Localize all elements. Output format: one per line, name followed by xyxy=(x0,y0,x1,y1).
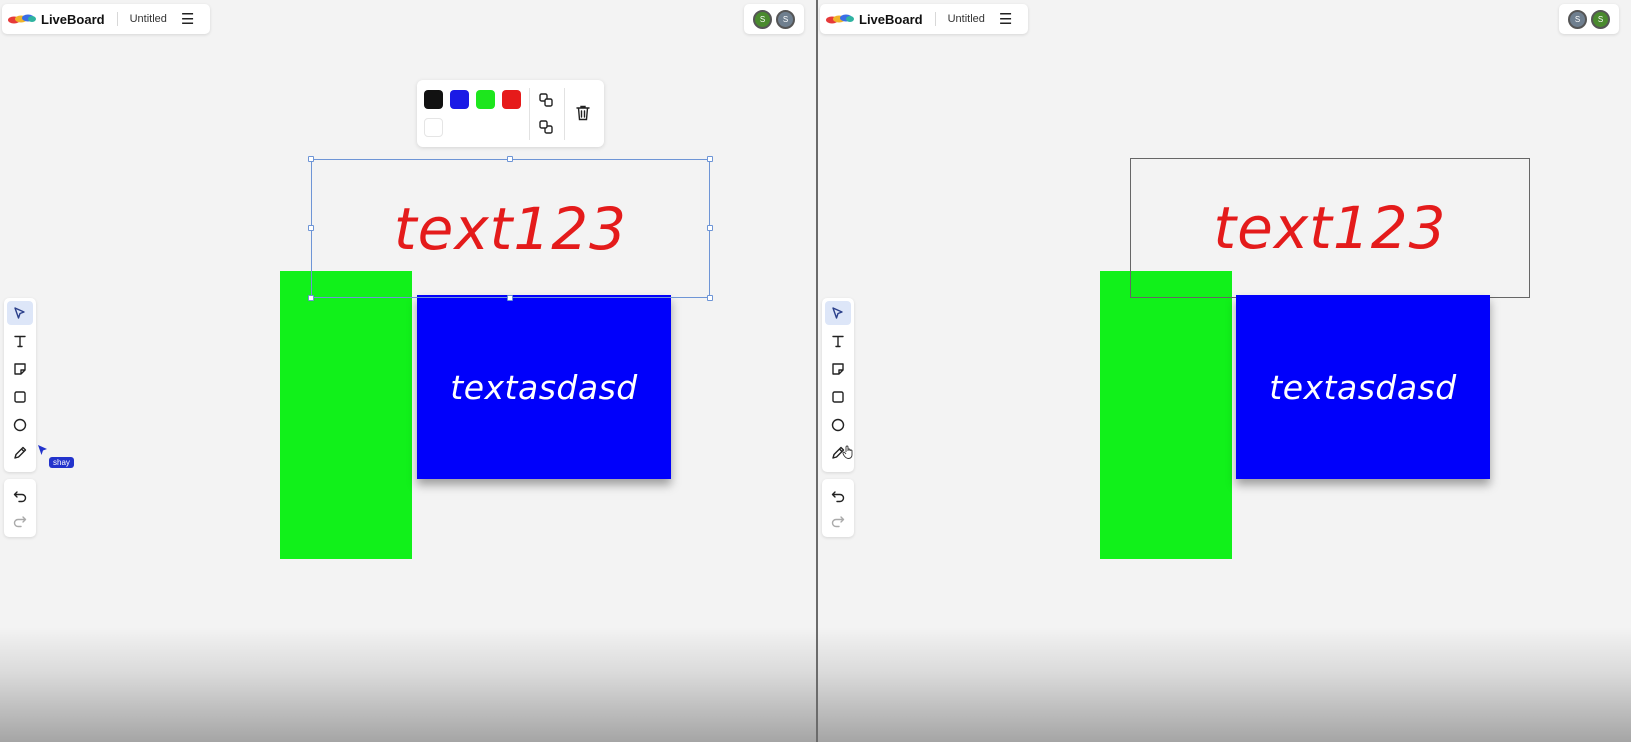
avatar[interactable]: S xyxy=(753,9,772,29)
avatar-initial: S xyxy=(1574,14,1581,24)
green-rectangle-shape[interactable] xyxy=(280,271,412,559)
ellipse-icon xyxy=(831,418,845,432)
resize-handle[interactable] xyxy=(308,295,314,301)
send-backward-icon[interactable] xyxy=(535,116,557,138)
ellipse-tool-button[interactable] xyxy=(825,413,851,437)
redo-button[interactable] xyxy=(825,509,851,533)
avatar[interactable]: S xyxy=(776,9,795,29)
select-icon xyxy=(14,307,25,319)
document-title[interactable]: Untitled xyxy=(130,13,167,25)
color-swatch-blue[interactable] xyxy=(450,90,469,109)
liveboard-logo-icon xyxy=(8,14,36,24)
undo-icon xyxy=(831,491,845,503)
hamburger-menu-icon[interactable]: ☰ xyxy=(181,12,194,27)
left-board-pane: LiveBoard Untitled ☰ S S textasdasd text… xyxy=(0,0,816,742)
red-text-content: text123 xyxy=(1213,194,1447,262)
red-text-content: text123 xyxy=(393,194,628,263)
rectangle-icon xyxy=(14,391,26,403)
undo-icon xyxy=(13,491,27,503)
redo-icon xyxy=(831,516,845,528)
resize-handle[interactable] xyxy=(707,295,713,301)
selected-text-box[interactable]: text123 xyxy=(308,156,713,301)
blue-shape-text: textasdasd xyxy=(450,367,638,407)
undo-button[interactable] xyxy=(825,484,851,508)
history-controls xyxy=(822,479,854,537)
remote-cursor-icon xyxy=(38,445,47,455)
sticky-note-tool-button[interactable] xyxy=(825,357,851,381)
liveboard-logo-icon xyxy=(826,14,854,24)
shape-style-palette xyxy=(417,80,604,147)
text-tool-button[interactable] xyxy=(825,329,851,353)
palette-divider xyxy=(529,88,530,140)
right-board-pane: LiveBoard Untitled ☰ S S text123 textasd… xyxy=(818,0,1631,742)
pencil-tool-button[interactable] xyxy=(7,441,33,465)
top-bar-divider xyxy=(116,12,118,26)
pencil-icon xyxy=(14,446,27,459)
redo-button[interactable] xyxy=(7,509,33,533)
resize-handle[interactable] xyxy=(308,225,314,231)
brand-name: LiveBoard xyxy=(41,11,105,27)
color-swatch-black[interactable] xyxy=(424,90,443,109)
blue-rectangle-shape[interactable]: textasdasd xyxy=(417,295,671,479)
top-bar: LiveBoard Untitled ☰ xyxy=(2,4,210,34)
resize-handle[interactable] xyxy=(507,295,513,301)
palette-divider xyxy=(564,88,565,140)
color-swatch-red[interactable] xyxy=(502,90,521,109)
text-box[interactable]: text123 xyxy=(1130,158,1530,298)
text-icon xyxy=(832,335,844,348)
avatar-initial: S xyxy=(759,14,766,24)
hand-pointer-icon xyxy=(842,445,853,459)
ellipse-tool-button[interactable] xyxy=(7,413,33,437)
avatar-initial: S xyxy=(782,14,789,24)
document-title[interactable]: Untitled xyxy=(948,13,985,25)
rectangle-tool-button[interactable] xyxy=(825,385,851,409)
top-bar-divider xyxy=(934,12,936,26)
bottom-shadow xyxy=(0,627,816,742)
select-tool-button[interactable] xyxy=(825,301,851,325)
remote-cursor-label: shay xyxy=(49,457,74,468)
sticky-note-icon xyxy=(14,363,26,375)
rectangle-icon xyxy=(832,391,844,403)
text-tool-button[interactable] xyxy=(7,329,33,353)
select-icon xyxy=(832,307,843,319)
green-rectangle-shape[interactable] xyxy=(1100,271,1232,559)
avatar[interactable]: S xyxy=(1591,9,1610,29)
blue-rectangle-shape[interactable]: textasdasd xyxy=(1236,295,1490,479)
ellipse-icon xyxy=(13,418,27,432)
color-swatch-white[interactable] xyxy=(424,118,443,137)
bottom-shadow xyxy=(818,627,1631,742)
avatar-initial: S xyxy=(1597,14,1604,24)
sticky-note-icon xyxy=(832,363,844,375)
collaborator-avatars: S S xyxy=(744,4,804,34)
avatar[interactable]: S xyxy=(1568,9,1587,29)
hamburger-menu-icon[interactable]: ☰ xyxy=(999,12,1012,27)
resize-handle[interactable] xyxy=(707,225,713,231)
brand-name: LiveBoard xyxy=(859,11,923,27)
history-controls xyxy=(4,479,36,537)
drawing-toolbar xyxy=(4,298,36,472)
select-tool-button[interactable] xyxy=(7,301,33,325)
sticky-note-tool-button[interactable] xyxy=(7,357,33,381)
bring-forward-icon[interactable] xyxy=(535,89,557,111)
color-swatch-green[interactable] xyxy=(476,90,495,109)
top-bar: LiveBoard Untitled ☰ xyxy=(820,4,1028,34)
resize-handle[interactable] xyxy=(507,156,513,162)
undo-button[interactable] xyxy=(7,484,33,508)
rectangle-tool-button[interactable] xyxy=(7,385,33,409)
redo-icon xyxy=(13,516,27,528)
resize-handle[interactable] xyxy=(308,156,314,162)
trash-icon[interactable] xyxy=(572,102,594,124)
collaborator-avatars: S S xyxy=(1559,4,1619,34)
resize-handle[interactable] xyxy=(707,156,713,162)
blue-shape-text: textasdasd xyxy=(1269,367,1457,407)
text-icon xyxy=(14,335,26,348)
